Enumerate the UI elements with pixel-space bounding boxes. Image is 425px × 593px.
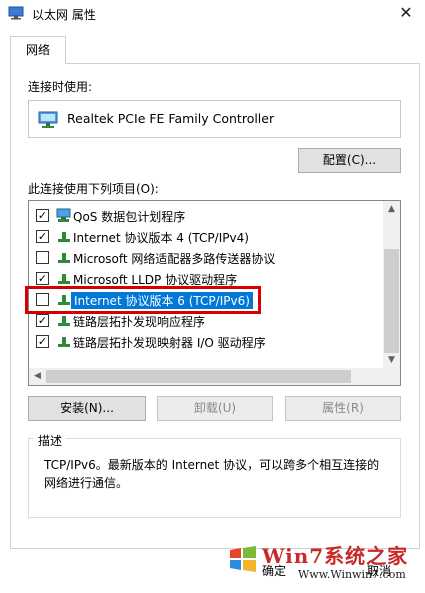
horizontal-scrollbar[interactable]: ◀ ▶: [29, 368, 400, 385]
network-adapter-icon: [38, 111, 58, 128]
protocol-icon: [58, 253, 70, 263]
protocol-icon: [58, 316, 70, 326]
list-item[interactable]: ✓ QoS 数据包计划程序: [29, 205, 385, 226]
item-label: QoS 数据包计划程序: [73, 210, 186, 224]
install-button[interactable]: 安装(N)...: [28, 396, 146, 421]
tab-strip: 网络: [10, 36, 420, 64]
adapter-box: Realtek PCIe FE Family Controller: [28, 100, 401, 138]
protocol-icon: [58, 232, 70, 242]
title-bar: 以太网 属性 ✕: [0, 0, 425, 28]
watermark: Win7系统之家 Www.Winwin7.com: [228, 540, 420, 590]
qos-scheduler-icon: [56, 208, 71, 222]
adapter-name: Realtek PCIe FE Family Controller: [67, 111, 275, 126]
item-label: Microsoft 网络适配器多路传送器协议: [73, 252, 276, 266]
item-checkbox[interactable]: [36, 251, 49, 264]
protocol-icon: [58, 337, 70, 347]
item-checkbox[interactable]: ✓: [36, 230, 49, 243]
watermark-url: Www.Winwin7.com: [298, 568, 406, 581]
list-item[interactable]: ✓ 链路层拓扑发现映射器 I/O 驱动程序: [29, 331, 385, 352]
scroll-left-icon[interactable]: ◀: [29, 368, 46, 385]
horizontal-scroll-thumb[interactable]: [46, 370, 351, 383]
item-label: 链路层拓扑发现映射器 I/O 驱动程序: [73, 336, 266, 350]
vertical-scrollbar[interactable]: ▲ ▼: [383, 201, 400, 369]
watermark-title: Win7系统之家: [262, 544, 409, 568]
configure-button[interactable]: 配置(C)...: [298, 148, 401, 173]
properties-button[interactable]: 属性(R): [285, 396, 401, 421]
windows-logo-icon: [230, 546, 256, 572]
description-title: 描述: [34, 432, 67, 449]
item-label: 链路层拓扑发现响应程序: [73, 315, 206, 329]
scroll-up-icon[interactable]: ▲: [383, 201, 400, 218]
item-label: Internet 协议版本 4 (TCP/IPv4): [73, 231, 249, 245]
protocol-icon: [58, 274, 70, 284]
network-adapter-icon: [8, 6, 24, 20]
close-button[interactable]: ✕: [393, 2, 419, 24]
annotation-highlight-box: [25, 286, 261, 314]
item-checkbox[interactable]: ✓: [36, 209, 49, 222]
description-text: TCP/IPv6。最新版本的 Internet 协议，可以跨多个相互连接的网络进…: [44, 458, 380, 490]
item-checkbox[interactable]: ✓: [36, 335, 49, 348]
items-label: 此连接使用下列项目(O):: [28, 182, 159, 196]
list-item[interactable]: ✓ Internet 协议版本 4 (TCP/IPv4): [29, 226, 385, 247]
tab-network[interactable]: 网络: [10, 36, 66, 64]
item-checkbox[interactable]: ✓: [36, 272, 49, 285]
item-checkbox[interactable]: ✓: [36, 314, 49, 327]
connect-using-label: 连接时使用:: [28, 80, 93, 94]
scroll-down-icon[interactable]: ▼: [383, 352, 400, 369]
scroll-corner: [383, 368, 400, 385]
list-item[interactable]: Microsoft 网络适配器多路传送器协议: [29, 247, 385, 268]
vertical-scroll-thumb[interactable]: [384, 249, 399, 353]
window-title: 以太网 属性: [32, 8, 96, 22]
uninstall-button[interactable]: 卸载(U): [157, 396, 273, 421]
